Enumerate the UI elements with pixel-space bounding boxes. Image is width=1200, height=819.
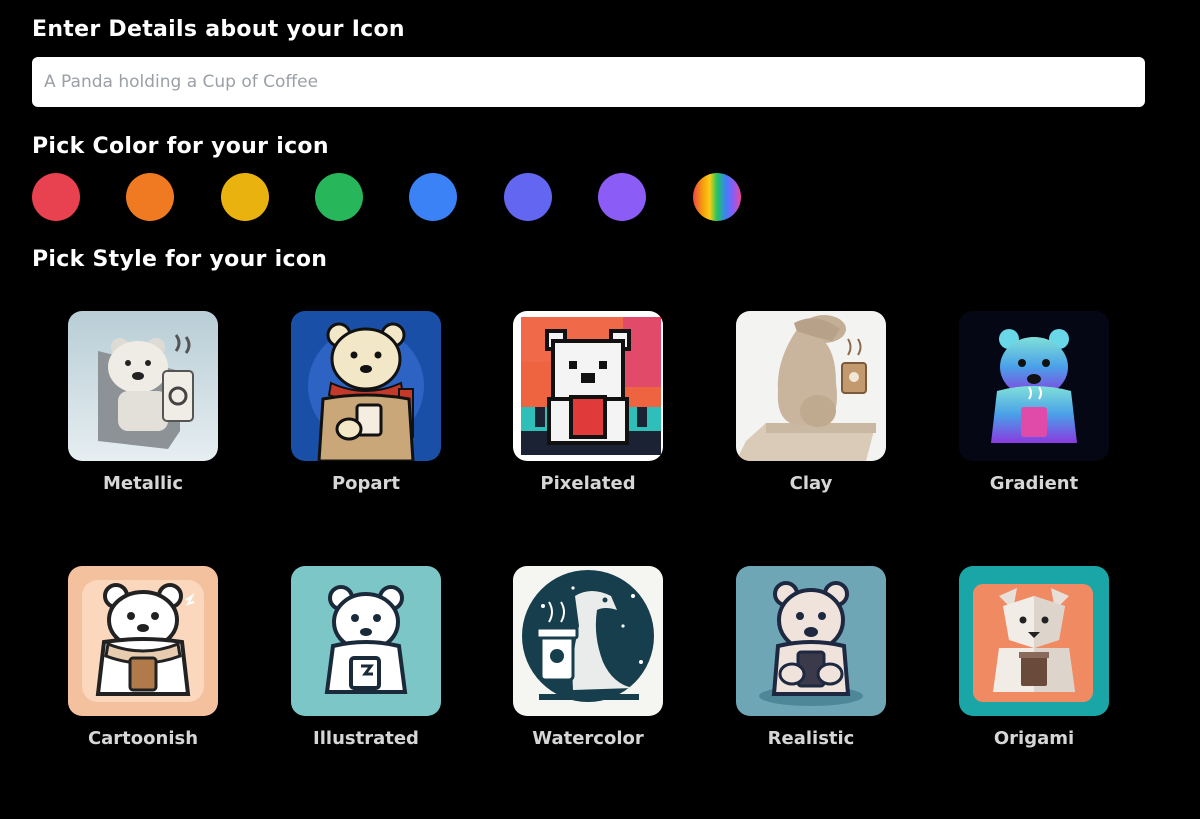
icon-generator-form: Enter Details about your Icon Pick Color… bbox=[0, 0, 1200, 819]
polar-bear-popart-icon bbox=[291, 311, 441, 461]
style-card-gradient[interactable]: Gradient bbox=[959, 311, 1109, 511]
style-label-gradient: Gradient bbox=[989, 473, 1079, 494]
style-card-illustrated[interactable]: Illustrated bbox=[291, 566, 441, 766]
style-label-illustrated: Illustrated bbox=[313, 728, 419, 749]
polar-bear-realistic-icon bbox=[736, 566, 886, 716]
style-label-watercolor: Watercolor bbox=[532, 728, 644, 749]
style-label-pixelated: Pixelated bbox=[540, 473, 636, 494]
color-swatch-rainbow[interactable] bbox=[693, 173, 741, 221]
color-swatch-blue[interactable] bbox=[409, 173, 457, 221]
style-card-clay[interactable]: Clay bbox=[736, 311, 886, 511]
style-card-metallic[interactable]: Metallic bbox=[68, 311, 218, 511]
style-label-clay: Clay bbox=[789, 473, 833, 494]
polar-bear-pixelated-icon bbox=[513, 311, 663, 461]
polar-bear-cartoonish-icon bbox=[68, 566, 218, 716]
style-label-cartoonish: Cartoonish bbox=[87, 728, 199, 749]
polar-bear-gradient-icon bbox=[959, 311, 1109, 461]
color-title: Pick Color for your icon bbox=[32, 134, 329, 159]
color-swatch-orange[interactable] bbox=[126, 173, 174, 221]
style-label-realistic: Realistic bbox=[767, 728, 855, 749]
color-swatch-yellow[interactable] bbox=[221, 173, 269, 221]
style-card-popart[interactable]: Popart bbox=[291, 311, 441, 511]
polar-bear-illustrated-icon bbox=[291, 566, 441, 716]
color-swatch-red[interactable] bbox=[32, 173, 80, 221]
polar-bear-clay-icon bbox=[736, 311, 886, 461]
style-card-origami[interactable]: Origami bbox=[959, 566, 1109, 766]
details-title: Enter Details about your Icon bbox=[32, 17, 405, 42]
polar-bear-watercolor-icon bbox=[513, 566, 663, 716]
style-card-cartoonish[interactable]: Cartoonish bbox=[68, 566, 218, 766]
polar-bear-origami-icon bbox=[959, 566, 1109, 716]
style-card-pixelated[interactable]: Pixelated bbox=[513, 311, 663, 511]
color-swatch-indigo[interactable] bbox=[504, 173, 552, 221]
color-swatch-violet[interactable] bbox=[598, 173, 646, 221]
style-label-popart: Popart bbox=[331, 473, 401, 494]
polar-bear-metallic-icon bbox=[68, 311, 218, 461]
style-label-metallic: Metallic bbox=[102, 473, 184, 494]
color-swatch-green[interactable] bbox=[315, 173, 363, 221]
style-title: Pick Style for your icon bbox=[32, 247, 328, 272]
style-label-origami: Origami bbox=[993, 728, 1075, 749]
style-card-watercolor[interactable]: Watercolor bbox=[513, 566, 663, 766]
icon-details-input[interactable] bbox=[32, 57, 1145, 107]
style-card-realistic[interactable]: Realistic bbox=[736, 566, 886, 766]
